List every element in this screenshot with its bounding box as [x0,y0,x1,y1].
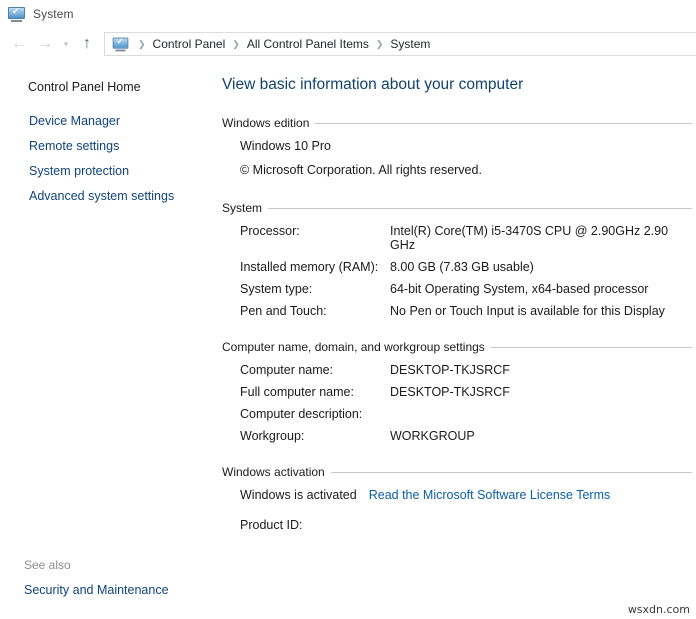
row-installed-memory: Installed memory (RAM): 8.00 GB (7.83 GB… [240,260,692,274]
back-button[interactable]: ← [6,31,32,57]
row-computer-description: Computer description: [240,407,692,421]
row-workgroup: Workgroup: WORKGROUP [240,429,692,443]
section-header-windows-activation: Windows activation [222,465,692,479]
breadcrumb-item-system[interactable]: System [390,37,430,51]
section-header-system: System [222,201,692,215]
see-also-section: See also Security and Maintenance [0,558,212,597]
sidebar-item-remote-settings[interactable]: Remote settings [8,135,212,157]
watermark: wsxdn.com [627,603,690,616]
breadcrumb-separator: ❯ [138,38,146,49]
section-divider [315,122,692,124]
breadcrumb-system-icon: ✓ [112,37,129,51]
row-label: Computer description: [240,407,363,421]
sidebar-item-advanced-system-settings[interactable]: Advanced system settings [8,185,212,207]
row-value: No Pen or Touch Input is available for t… [390,304,665,318]
breadcrumb[interactable]: ✓ ❯ Control Panel ❯ All Control Panel It… [104,32,696,56]
window-title: System [33,7,74,21]
row-value: WORKGROUP [390,429,475,443]
row-value [390,518,692,532]
row-label: Pen and Touch: [240,304,327,318]
license-terms-link[interactable]: Read the Microsoft Software License Term… [369,488,611,502]
recent-locations-button[interactable]: ▾ [58,31,74,57]
row-value: DESKTOP-TKJSRCF [390,363,510,377]
section-divider [268,207,692,209]
see-also-title: See also [24,558,71,572]
sidebar-item-label: System protection [29,164,130,178]
sidebar-item-device-manager[interactable]: Device Manager [8,110,212,132]
row-label: Processor: [240,224,300,238]
breadcrumb-item-control-panel[interactable]: Control Panel [153,37,226,51]
row-label: Workgroup: [240,429,305,443]
row-label: Installed memory (RAM): [240,260,379,274]
row-value [390,407,692,421]
uac-shield-icon [8,189,22,204]
sidebar-item-label: Advanced system settings [29,189,175,203]
section-title: Windows edition [222,116,310,130]
window-titlebar: ✓ System [0,0,696,28]
row-processor: Processor: Intel(R) Core(TM) i5-3470S CP… [240,224,692,252]
row-pen-and-touch: Pen and Touch: No Pen or Touch Input is … [240,304,692,318]
sidebar-item-system-protection[interactable]: System protection [8,160,212,182]
sidebar-item-label: Remote settings [29,139,120,153]
row-computer-name: Computer name: DESKTOP-TKJSRCF [240,363,692,377]
address-bar: ← → ▾ ↑ ✓ ❯ Control Panel ❯ All Control … [0,28,696,60]
main-pane: View basic information about your comput… [212,60,696,619]
row-value: Intel(R) Core(TM) i5-3470S CPU @ 2.90GHz… [390,224,669,252]
row-full-computer-name: Full computer name: DESKTOP-TKJSRCF [240,385,692,399]
section-title: Windows activation [222,465,325,479]
breadcrumb-separator: ❯ [232,38,240,49]
up-button[interactable]: ↑ [74,31,100,57]
section-divider [330,471,692,473]
windows-edition-value: Windows 10 Pro [240,139,332,153]
sidebar: Control Panel Home Device Manager Remote… [0,60,212,619]
activation-status-text: Windows is activated [240,488,357,502]
breadcrumb-separator: ❯ [375,38,384,49]
forward-button[interactable]: → [32,31,58,57]
page-title: View basic information about your comput… [222,76,524,93]
uac-shield-icon [8,164,22,179]
row-value: 8.00 GB (7.83 GB usable) [390,260,534,274]
row-label: Product ID: [240,518,303,532]
row-system-type: System type: 64-bit Operating System, x6… [240,282,692,296]
sidebar-item-control-panel-home[interactable]: Control Panel Home [28,80,212,94]
windows-copyright: © Microsoft Corporation. All rights rese… [240,163,482,177]
see-also-link-security-and-maintenance[interactable]: Security and Maintenance [24,583,212,597]
section-title: Computer name, domain, and workgroup set… [222,340,485,354]
row-product-id: Product ID: [240,518,692,532]
row-value: 64-bit Operating System, x64-based proce… [390,282,649,296]
uac-shield-icon [8,114,22,129]
uac-shield-icon [8,139,22,154]
window-content: Control Panel Home Device Manager Remote… [0,60,696,619]
row-label: Computer name: [240,363,334,377]
section-header-windows-edition: Windows edition [222,116,692,130]
breadcrumb-item-all-control-panel-items[interactable]: All Control Panel Items [247,37,369,51]
row-label: System type: [240,282,313,296]
system-monitor-check-icon: ✓ [8,6,25,22]
section-header-computer-name: Computer name, domain, and workgroup set… [222,340,692,354]
section-title: System [222,201,263,215]
section-divider [490,346,692,348]
row-value: DESKTOP-TKJSRCF [390,385,510,399]
row-activation-status: Windows is activated Read the Microsoft … [240,488,692,502]
row-label: Full computer name: [240,385,354,399]
sidebar-item-label: Device Manager [29,114,121,128]
